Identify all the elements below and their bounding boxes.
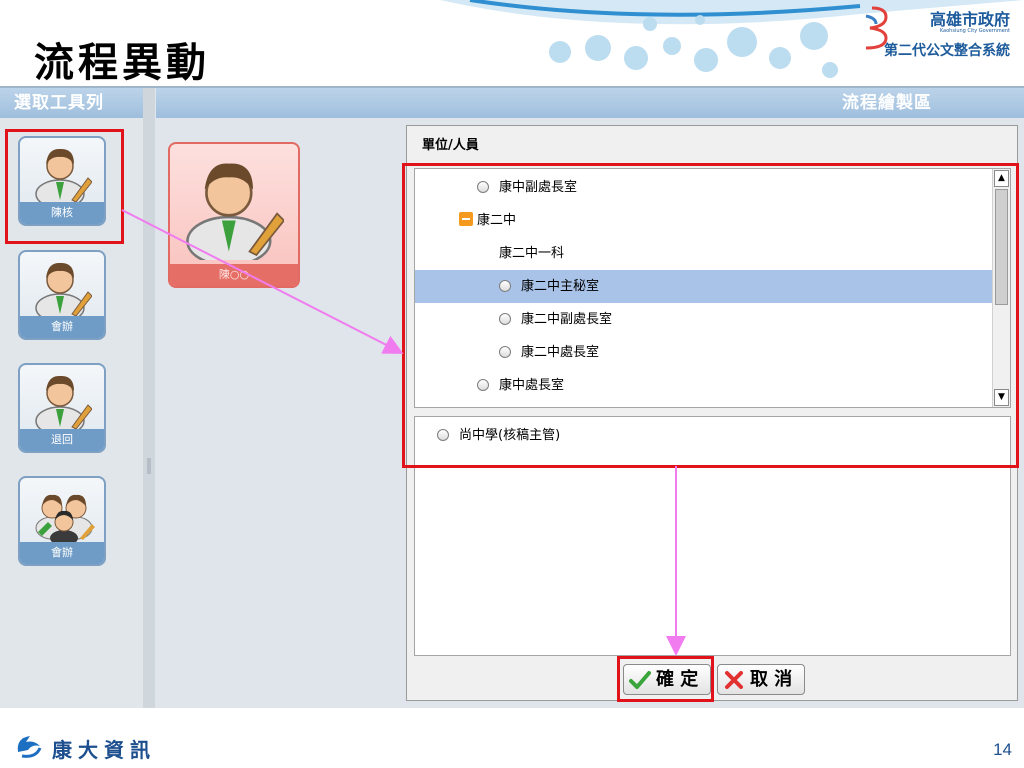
tool-group-countersign[interactable]: 會辦 bbox=[18, 476, 106, 566]
page-number: 14 bbox=[993, 740, 1012, 759]
user-edit-icon bbox=[186, 163, 284, 260]
slide-title: 流程異動 bbox=[34, 39, 210, 86]
tool-return[interactable]: 退回 bbox=[18, 363, 106, 453]
group-icon bbox=[35, 494, 95, 544]
gov-system-name: 第二代公文整合系統 bbox=[884, 43, 1010, 59]
splitter-grip[interactable] bbox=[147, 458, 151, 474]
company-logo bbox=[17, 736, 42, 758]
cancel-button[interactable]: 取 消 bbox=[717, 664, 805, 695]
flow-node-label: 陳○○ bbox=[170, 264, 298, 286]
highlight-box-tree bbox=[402, 163, 1019, 468]
canvas-header: 流程繪製區 bbox=[156, 88, 1024, 118]
user-edit-icon bbox=[35, 375, 92, 431]
dialog-title: 單位/人員 bbox=[422, 138, 479, 153]
tool-label: 會辦 bbox=[20, 542, 104, 564]
highlight-box-tool bbox=[5, 129, 124, 244]
tool-label: 會辦 bbox=[20, 316, 104, 338]
user-edit-icon bbox=[35, 262, 92, 318]
close-icon bbox=[725, 671, 743, 689]
tool-label: 退回 bbox=[20, 429, 104, 451]
tool-panel-header: 選取工具列 bbox=[0, 88, 143, 118]
flow-node[interactable]: 陳○○ bbox=[168, 142, 300, 288]
gov-name: 高雄市政府 bbox=[929, 10, 1010, 29]
cancel-button-label: 取 消 bbox=[750, 669, 793, 690]
highlight-box-ok bbox=[617, 656, 714, 702]
gov-sub: Kaohsiung City Government bbox=[939, 28, 1010, 34]
company-name: 康大資訊 bbox=[52, 738, 156, 762]
tool-countersign[interactable]: 會辦 bbox=[18, 250, 106, 340]
panel-splitter[interactable] bbox=[143, 88, 155, 708]
